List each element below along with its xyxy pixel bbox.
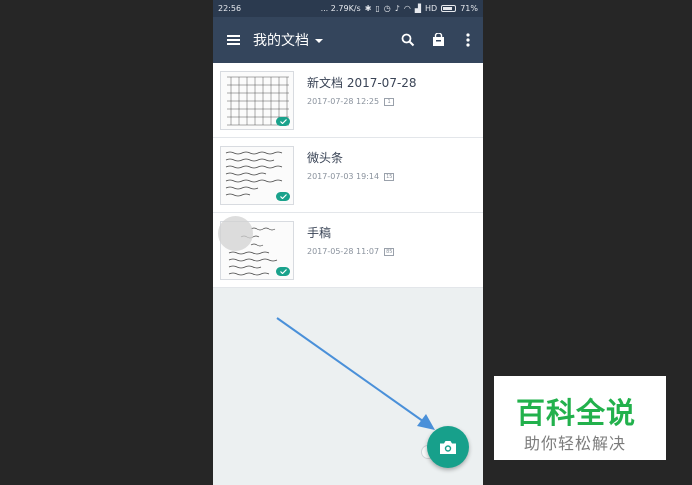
document-date: 2017-07-28 12:25 xyxy=(307,97,380,106)
document-row[interactable]: 新文档 2017-07-28 2017-07-28 12:25 1 xyxy=(213,63,483,138)
document-row[interactable]: 微头条 2017-07-03 19:14 15 xyxy=(213,138,483,213)
document-meta: 2017-05-28 11:07 85 xyxy=(307,247,395,256)
shopping-bag-icon[interactable] xyxy=(423,17,453,63)
signal-icon: ▟ xyxy=(414,4,422,13)
page-title[interactable]: 我的文档 xyxy=(253,30,309,50)
document-title: 微头条 xyxy=(307,151,344,165)
status-indicators: ... 2.79K/s ✱ ▯ ◷ ♪ ◠ ▟ HD 71% xyxy=(321,4,478,13)
alarm-icon: ◷ xyxy=(383,4,391,13)
cloud-sync-icon xyxy=(276,117,290,126)
mute-icon: ♪ xyxy=(394,4,400,13)
camera-icon xyxy=(440,440,456,454)
document-thumbnail xyxy=(220,71,294,130)
watermark-title: 百科全说 xyxy=(516,396,637,430)
document-title: 新文档 2017-07-28 xyxy=(307,76,417,90)
network-speed: ... 2.79K/s xyxy=(320,4,361,13)
page-count-badge: 1 xyxy=(384,97,395,106)
vibrate-icon: ▯ xyxy=(375,4,380,13)
more-vert-icon[interactable] xyxy=(453,17,483,63)
menu-icon[interactable] xyxy=(213,17,253,63)
touch-indicator xyxy=(218,216,253,251)
document-date: 2017-07-03 19:14 xyxy=(307,172,380,181)
document-meta: 2017-07-03 19:14 15 xyxy=(307,172,395,181)
page-count-badge: 15 xyxy=(384,172,395,181)
document-list: 新文档 2017-07-28 2017-07-28 12:25 1 微头条 20… xyxy=(213,63,483,288)
status-bar: 22:56 ... 2.79K/s ✱ ▯ ◷ ♪ ◠ ▟ HD 71% xyxy=(213,0,483,17)
page-count-badge: 85 xyxy=(384,247,395,256)
app-bar: 我的文档 xyxy=(213,17,483,63)
carrier-label: HD xyxy=(425,4,438,13)
watermark-subtitle: 助你轻松解决 xyxy=(524,434,627,453)
status-time: 22:56 xyxy=(218,4,242,13)
document-title: 手稿 xyxy=(307,226,332,240)
dropdown-caret-icon[interactable] xyxy=(315,38,323,43)
document-thumbnail xyxy=(220,146,294,205)
cloud-sync-icon xyxy=(276,192,290,201)
document-date: 2017-05-28 11:07 xyxy=(307,247,380,256)
camera-fab-button[interactable] xyxy=(427,426,469,468)
document-row[interactable]: 手稿 2017-05-28 11:07 85 xyxy=(213,213,483,288)
search-icon[interactable] xyxy=(393,17,423,63)
wifi-icon: ◠ xyxy=(403,4,411,13)
phone-screen: 22:56 ... 2.79K/s ✱ ▯ ◷ ♪ ◠ ▟ HD 71% 我的文… xyxy=(213,0,483,485)
watermark: 百科全说 助你轻松解决 xyxy=(494,376,666,460)
app-bar-actions xyxy=(393,17,483,63)
cloud-sync-icon xyxy=(276,267,290,276)
battery-percent: 71% xyxy=(460,4,478,13)
document-meta: 2017-07-28 12:25 1 xyxy=(307,97,395,106)
battery-icon xyxy=(441,5,457,12)
bluetooth-icon: ✱ xyxy=(364,4,372,13)
